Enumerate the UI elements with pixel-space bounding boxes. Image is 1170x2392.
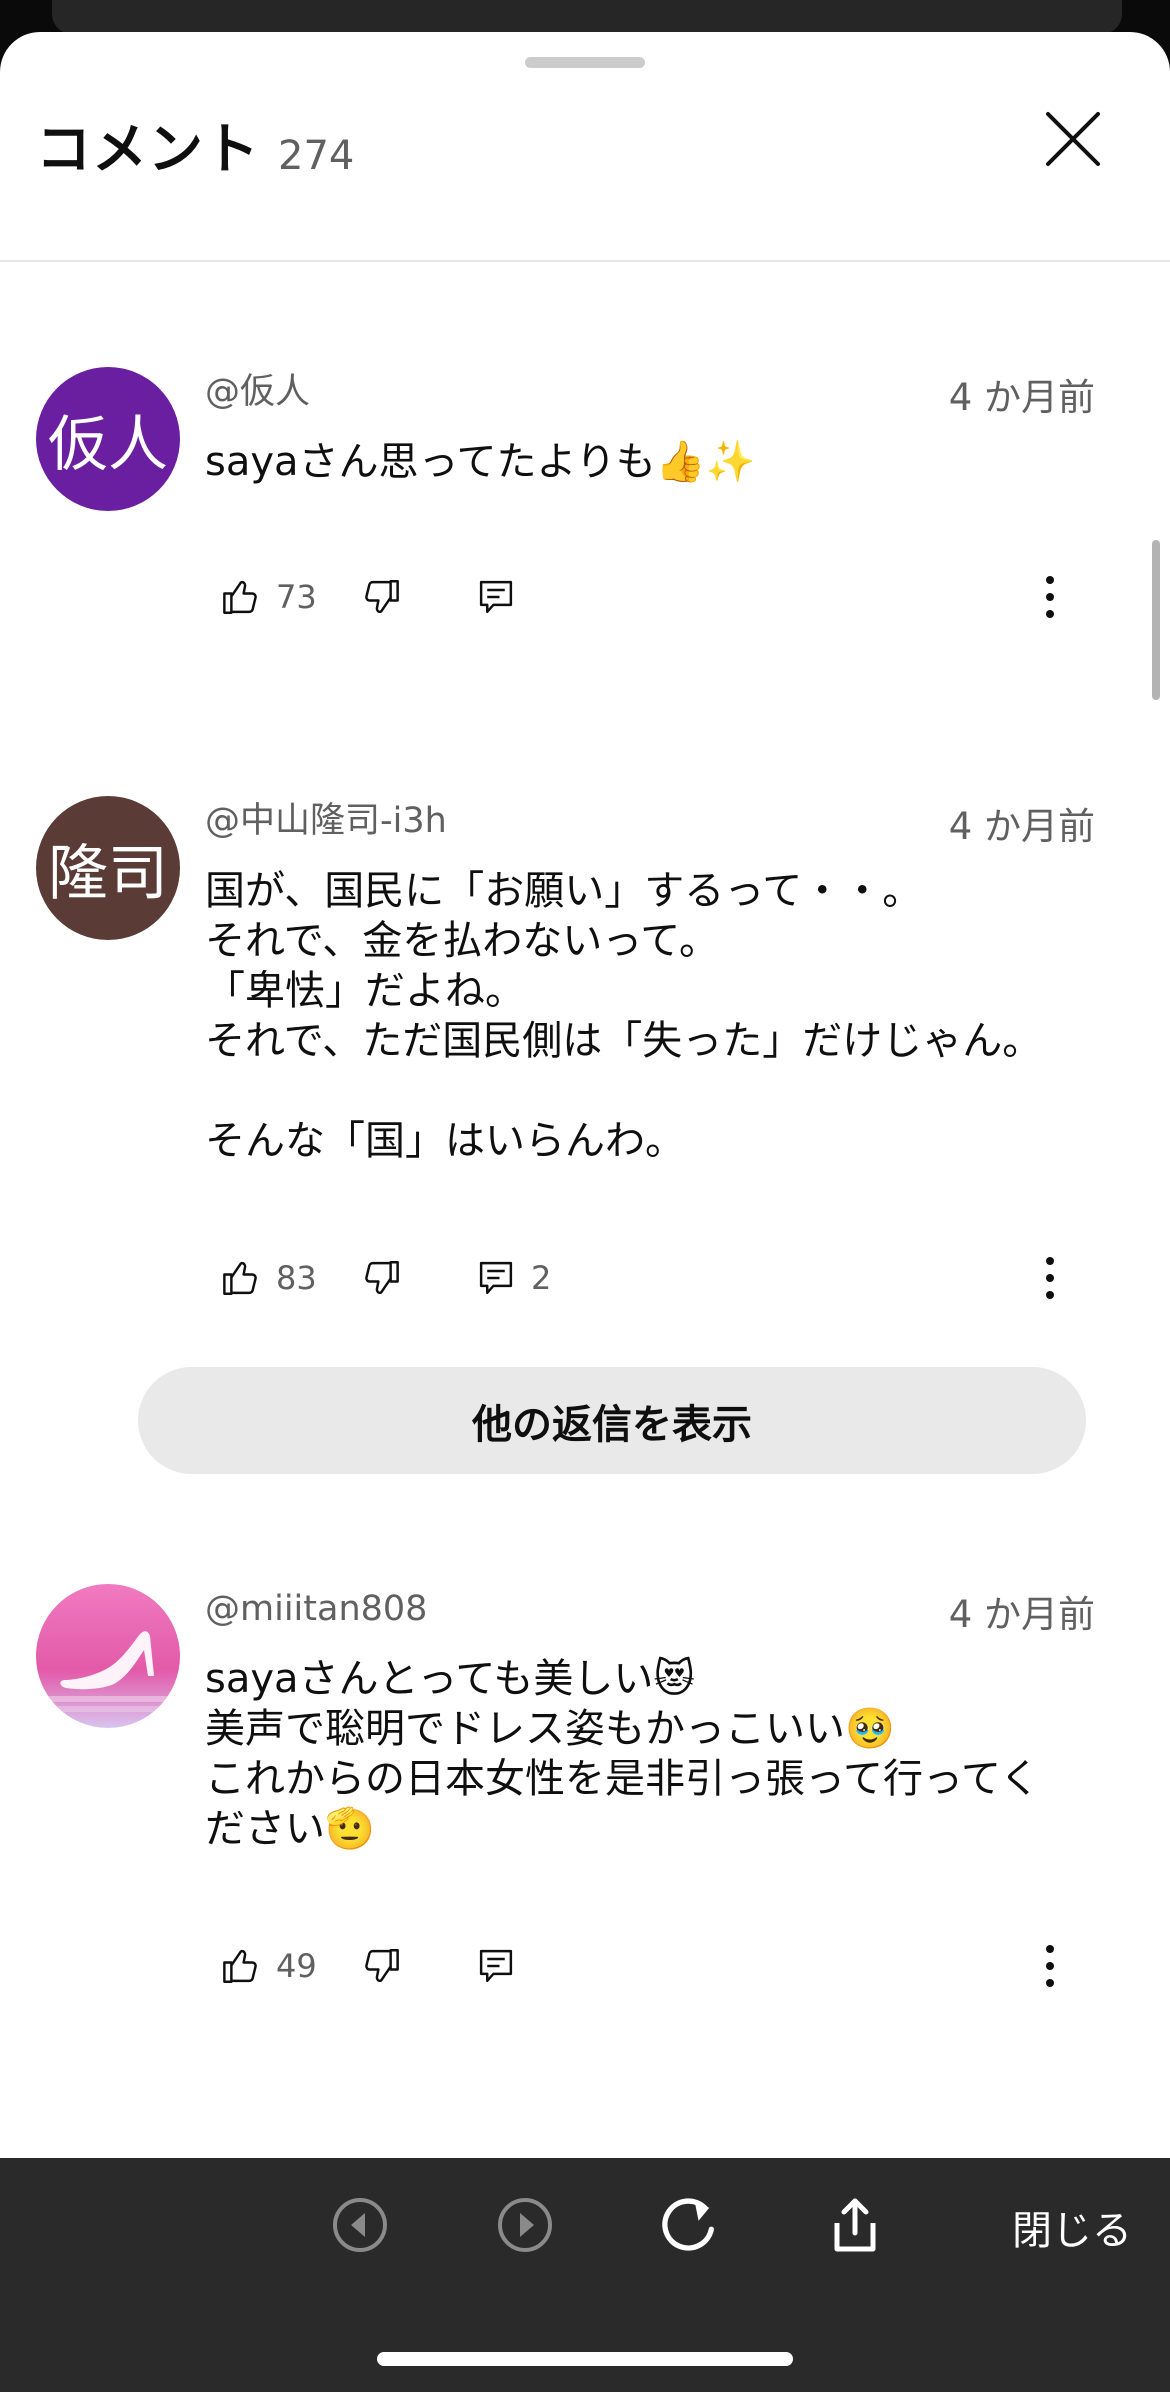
thumbs-down-icon [365, 580, 399, 614]
thumbs-up-icon [223, 1949, 257, 1983]
comment-text: sayaさんとっても美しい😻 美声で聡明でドレス姿もかっこいい🥹 これからの日本… [205, 1656, 1040, 1852]
close-browser-button[interactable]: 閉じる [1012, 2198, 1132, 2256]
high-heel-shoe-icon [36, 1631, 180, 1712]
thumbs-up-icon [223, 580, 257, 614]
avatar[interactable]: 隆司 [36, 796, 180, 940]
close-icon[interactable] [1038, 104, 1108, 174]
comment-author[interactable]: @中山隆司-i3h [205, 804, 447, 839]
thumbs-down-icon [365, 1261, 399, 1295]
comment-time: 4 か月前 [948, 1593, 1095, 1636]
status-strip [52, 0, 1122, 34]
dislike-button[interactable] [360, 567, 402, 627]
thumbs-up-icon [223, 1261, 257, 1295]
comment-author[interactable]: @miiitan808 [205, 1592, 427, 1627]
comment-text: 国が、国民に「お願い」するって・・。 それで、金を払わないって。 「卑怯」だよね… [205, 868, 1043, 1164]
like-button[interactable]: 83 [220, 1248, 317, 1308]
scrollbar[interactable] [1152, 540, 1160, 700]
comment-actions: 83 2 [205, 1248, 1105, 1308]
more-options-icon[interactable] [1030, 567, 1070, 627]
show-more-replies-button[interactable]: 他の返信を表示 [138, 1367, 1086, 1474]
like-button[interactable]: 49 [220, 1936, 317, 1996]
comment-icon [479, 1949, 513, 1983]
reply-button[interactable]: 2 [475, 1248, 551, 1308]
comments-title: コメント [36, 117, 261, 181]
like-count: 49 [276, 1947, 317, 1985]
comments-count: 274 [278, 133, 355, 179]
comments-header: コメント 274 [0, 92, 1170, 192]
forward-icon[interactable] [490, 2190, 560, 2260]
comments-sheet: コメント 274 仮人 @仮人 4 か月前 sayaさん思ってたよりも👍✨ 73 [0, 32, 1170, 2162]
comment-author[interactable]: @仮人 [205, 375, 310, 410]
home-indicator[interactable] [377, 2352, 793, 2366]
like-button[interactable]: 73 [220, 567, 317, 627]
avatar[interactable] [36, 1584, 180, 1728]
comment-text: sayaさん思ってたよりも👍✨ [205, 439, 756, 485]
dislike-button[interactable] [360, 1936, 402, 1996]
reply-button[interactable] [475, 1936, 517, 1996]
like-count: 83 [276, 1259, 317, 1297]
avatar[interactable]: 仮人 [36, 367, 180, 511]
like-count: 73 [276, 578, 317, 616]
comment-icon [479, 580, 513, 614]
comment-actions: 49 [205, 1936, 1105, 1996]
reply-button[interactable] [475, 567, 517, 627]
more-options-icon[interactable] [1030, 1248, 1070, 1308]
comment-time: 4 か月前 [948, 376, 1095, 419]
comment-actions: 73 [205, 567, 1105, 627]
more-options-icon[interactable] [1030, 1936, 1070, 1996]
dislike-button[interactable] [360, 1248, 402, 1308]
comment-icon [479, 1261, 513, 1295]
reload-icon[interactable] [655, 2190, 725, 2260]
thumbs-down-icon [365, 1949, 399, 1983]
back-icon[interactable] [325, 2190, 395, 2260]
reply-count: 2 [531, 1259, 552, 1297]
header-divider [0, 260, 1170, 262]
comment-time: 4 か月前 [948, 805, 1095, 848]
share-icon[interactable] [820, 2190, 890, 2260]
drag-handle[interactable] [525, 57, 645, 68]
